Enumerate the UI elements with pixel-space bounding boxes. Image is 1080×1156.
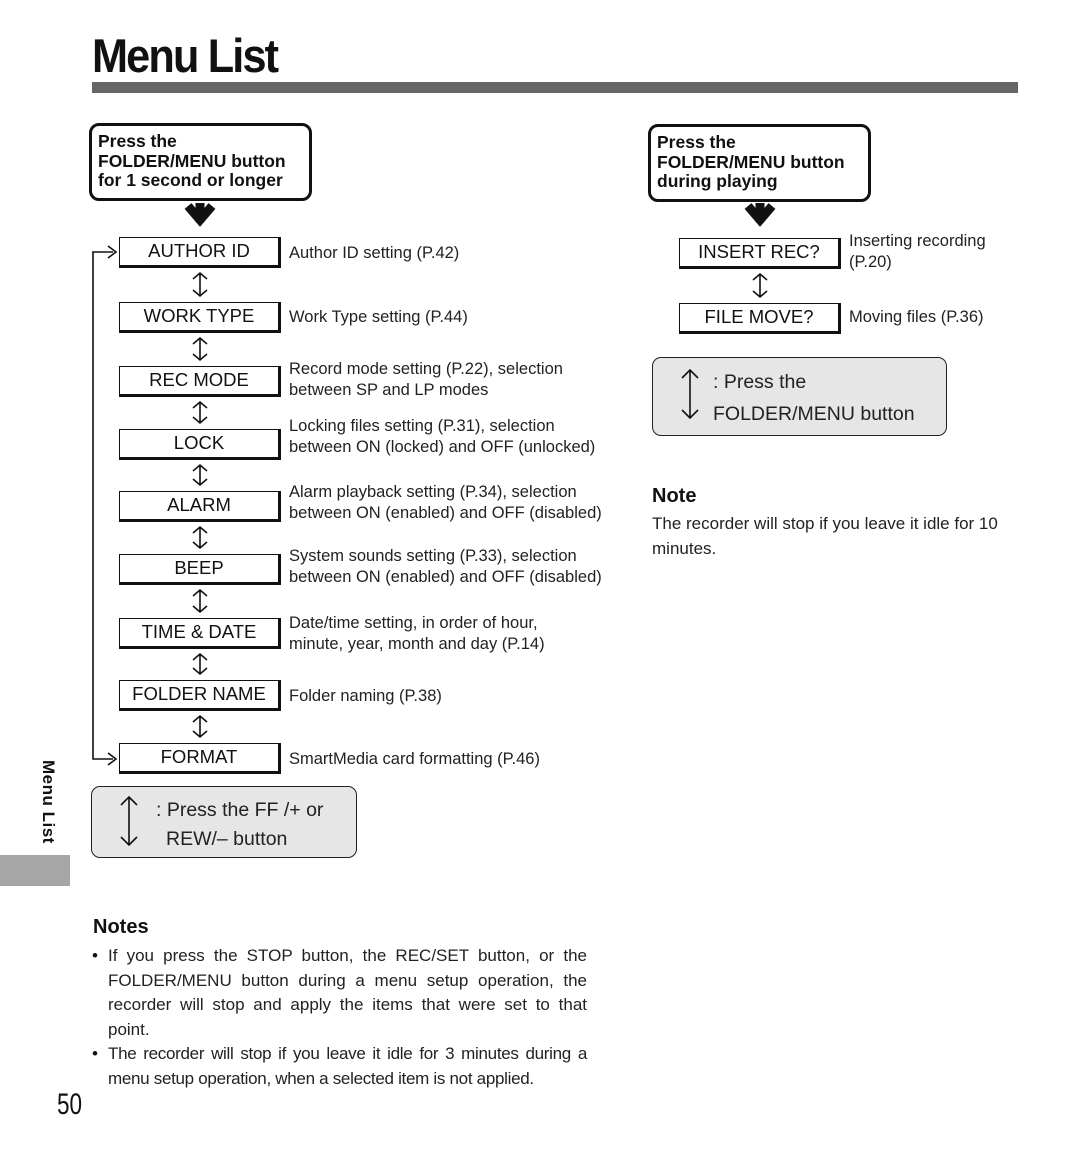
note-heading: Note [652,485,697,507]
up-down-arrow-icon [192,525,208,550]
legend-line: FOLDER/MENU button [713,403,915,425]
bullet-icon: • [92,946,98,965]
left-legend-box: : Press the FF /+ or REW/– button [91,786,357,858]
up-down-arrow-icon [681,368,699,420]
up-down-arrow-icon [192,400,208,425]
note-text: The recorder will stop if you leave it i… [652,514,998,558]
up-down-arrow-icon [752,272,768,299]
up-down-arrow-icon [192,588,208,614]
down-arrow-icon [184,203,216,227]
up-down-arrow-icon [192,714,208,739]
notes-item-text: The recorder will stop if you leave it i… [108,1044,587,1088]
notes-item: • The recorder will stop if you leave it… [92,1042,587,1091]
right-legend-box: : Press the FOLDER/MENU button [652,357,947,436]
legend-line: : Press the [713,371,807,393]
up-down-arrow-icon [192,271,208,298]
down-arrow-icon [744,203,776,227]
legend-line: : Press the FF /+ or [156,799,324,821]
page-number: 50 [57,1088,83,1121]
up-down-arrow-icon [120,795,138,847]
up-down-arrow-icon [192,652,208,676]
notes-heading: Notes [93,916,149,938]
notes-item: • If you press the STOP button, the REC/… [92,944,587,1042]
up-down-arrow-icon [192,463,208,487]
notes-list: • If you press the STOP button, the REC/… [92,944,587,1091]
loop-line [92,251,113,760]
notes-item-text: If you press the STOP button, the REC/SE… [108,946,587,1039]
legend-line: REW/– button [166,828,288,850]
up-down-arrow-icon [192,336,208,362]
bullet-icon: • [92,1044,98,1063]
